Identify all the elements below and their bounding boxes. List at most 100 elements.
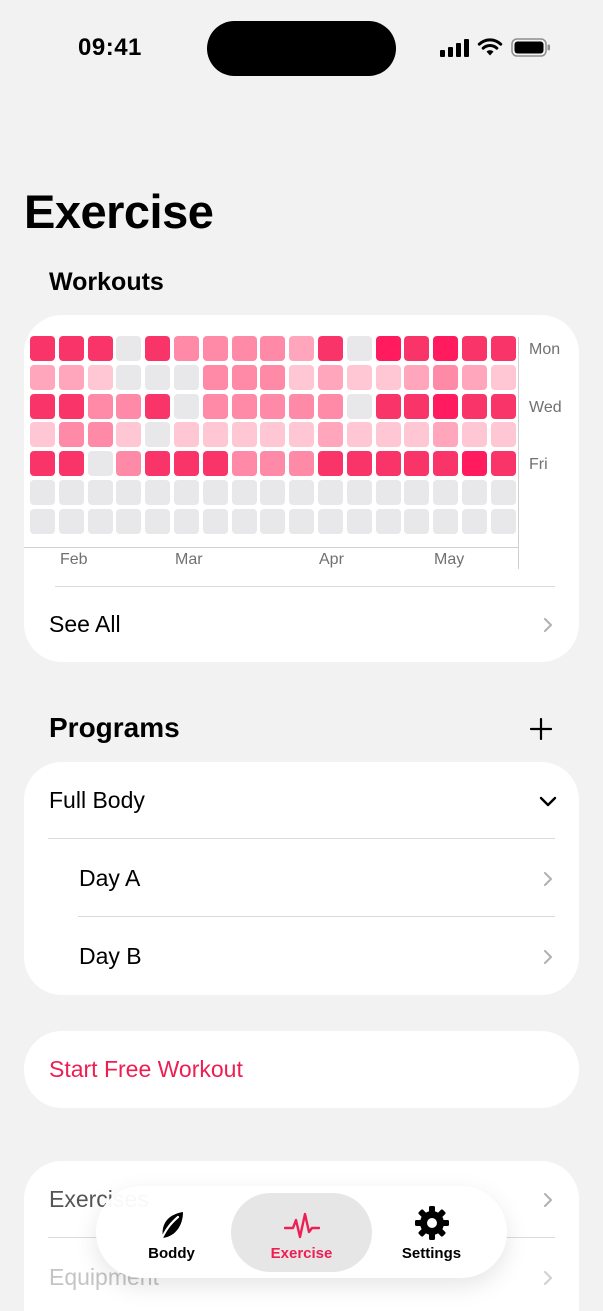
heatmap-cell: [30, 393, 55, 419]
heatmap-cell: [87, 480, 113, 505]
heatmap-cell: [30, 508, 55, 534]
heatmap-cell: [289, 451, 315, 477]
heatmap-cell: [260, 393, 286, 419]
heatmap-cell: [30, 480, 55, 505]
heatmap-cell: [346, 364, 372, 390]
heatmap-cell: [433, 393, 459, 419]
heatmap-axis-vertical: [518, 337, 519, 569]
heatmap-cell: [231, 508, 257, 534]
heatmap-cell: [318, 364, 343, 390]
exercise-screen: 09:41 Exercise Workouts Mon Wed Fri Feb …: [0, 0, 603, 1311]
month-label-apr: Apr: [319, 551, 344, 568]
wifi-icon: [477, 38, 503, 56]
programs-card: Full Body Day A Day B: [24, 762, 579, 995]
heatmap-cell: [116, 480, 142, 505]
heatmap-cell: [58, 364, 84, 390]
heatmap-cell: [404, 480, 430, 505]
heatmap-cell: [87, 393, 113, 419]
heatmap-cell: [289, 422, 315, 448]
day-label-mon: Mon: [529, 341, 561, 358]
plus-icon[interactable]: [530, 718, 552, 740]
start-free-workout-button[interactable]: Start Free Workout: [24, 1031, 579, 1108]
heatmap-cell: [87, 336, 113, 361]
heatmap-cell: [174, 508, 199, 534]
heatmap-cell: [433, 364, 459, 390]
heatmap-cell: [231, 422, 257, 448]
heatmap-cell: [289, 364, 315, 390]
heatmap-cell: [490, 451, 516, 477]
heatmap-cell: [87, 508, 113, 534]
heatmap-cell: [433, 480, 459, 505]
heatmap-cell: [289, 336, 315, 361]
heatmap-cell: [58, 508, 84, 534]
heatmap-cell: [404, 451, 430, 477]
heatmap-cell: [346, 393, 372, 419]
heatmap-cell: [260, 422, 286, 448]
heatmap-cell: [30, 422, 55, 448]
heatmap-cell: [375, 364, 401, 390]
heatmap-cell: [289, 393, 315, 419]
day-label-fri: Fri: [529, 456, 548, 473]
heatmap-cell: [346, 422, 372, 448]
heatmap-cell: [260, 508, 286, 534]
heatmap-cell: [145, 422, 171, 448]
heatmap-cell: [116, 336, 142, 361]
program-item-day-b[interactable]: Day B: [24, 918, 579, 995]
tab-exercise[interactable]: Exercise: [231, 1193, 372, 1272]
heatmap-cell: [30, 364, 55, 390]
heatmap-cell: [318, 393, 343, 419]
status-time: 09:41: [78, 34, 142, 61]
heatmap-cell: [116, 393, 142, 419]
programs-heading: Programs: [49, 712, 180, 743]
heatmap-cell: [462, 336, 487, 361]
heatmap-cell: [202, 480, 228, 505]
heatmap-cell: [145, 480, 171, 505]
heatmap-cell: [260, 451, 286, 477]
heatmap-cell: [174, 451, 199, 477]
heatmap-cell: [174, 364, 199, 390]
divider: [78, 916, 555, 917]
tab-label: Exercise: [270, 1245, 333, 1262]
heatmap-cell: [490, 336, 516, 361]
heatmap-cell: [462, 393, 487, 419]
heatmap-cell: [490, 364, 516, 390]
heartbeat-icon: [283, 1212, 320, 1239]
program-group-full-body[interactable]: Full Body: [24, 762, 579, 839]
heatmap-cell: [462, 480, 487, 505]
tab-boddy[interactable]: Boddy: [101, 1193, 242, 1272]
chevron-right-icon: [544, 1193, 552, 1207]
battery-icon: [511, 38, 550, 57]
heatmap-cell: [318, 508, 343, 534]
workouts-card: Mon Wed Fri Feb Mar Apr May See All: [24, 315, 579, 662]
chevron-right-icon: [544, 1271, 552, 1285]
heatmap-cell: [375, 422, 401, 448]
heatmap-cell: [231, 451, 257, 477]
heatmap-cell: [231, 336, 257, 361]
heatmap-cell: [404, 364, 430, 390]
heatmap-cell: [318, 451, 343, 477]
heatmap-cell: [490, 508, 516, 534]
see-all-button[interactable]: See All: [24, 587, 579, 662]
heatmap-cell: [404, 508, 430, 534]
heatmap-cell: [87, 364, 113, 390]
tab-settings[interactable]: Settings: [361, 1193, 502, 1272]
heatmap-axis-horizontal: [24, 547, 518, 548]
heatmap-cell: [346, 508, 372, 534]
heatmap-cell: [260, 364, 286, 390]
heatmap-cell: [490, 422, 516, 448]
heatmap-cell: [490, 480, 516, 505]
cellular-signal-icon: [440, 38, 469, 57]
heatmap-cell: [58, 422, 84, 448]
heatmap-cell: [462, 422, 487, 448]
heatmap-cell: [87, 451, 113, 477]
heatmap-cell: [30, 336, 55, 361]
heatmap-cell: [231, 364, 257, 390]
heatmap-cell: [145, 393, 171, 419]
heatmap-cell: [318, 422, 343, 448]
tab-label: Boddy: [148, 1245, 195, 1262]
program-group-label: Full Body: [49, 787, 145, 813]
status-icons: [440, 38, 551, 57]
heatmap-cell: [375, 451, 401, 477]
workouts-heading: Workouts: [49, 268, 164, 296]
program-item-day-a[interactable]: Day A: [24, 840, 579, 917]
